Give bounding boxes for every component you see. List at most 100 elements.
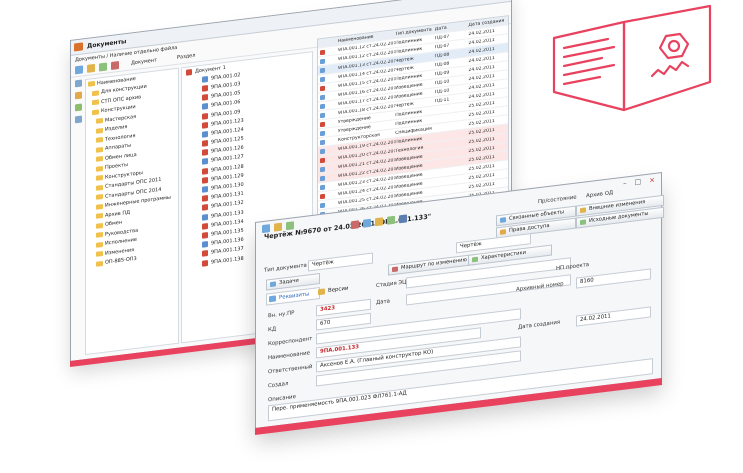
list-icon (472, 256, 478, 263)
versions-icon (318, 288, 325, 296)
tree-item-label: Обмен (105, 219, 123, 228)
section-label: Раздел (176, 52, 196, 61)
document-icon (202, 232, 208, 239)
table-cell (435, 169, 469, 173)
table-cell (435, 178, 469, 182)
folder-icon (92, 109, 99, 116)
folder-icon (96, 251, 103, 258)
doc-type-icon (320, 202, 325, 208)
document-icon (202, 167, 208, 175)
doc-type-icon (320, 49, 325, 55)
folder-icon (96, 184, 103, 191)
document-illustration-icon (552, 4, 712, 112)
table-cell (435, 160, 469, 164)
folder-icon (96, 156, 103, 163)
folder-icon[interactable] (87, 63, 95, 73)
doc-type-icon (320, 94, 325, 100)
window-title: Документы (87, 38, 127, 50)
doc-label: Документ (131, 57, 157, 67)
change-icon (580, 207, 586, 214)
row-icons (318, 138, 338, 145)
search-icon[interactable] (387, 215, 395, 225)
row-icons (318, 84, 338, 91)
doc-type-label: Тип документа (264, 262, 307, 274)
minimize-icon[interactable]: – (623, 179, 627, 187)
folder-icon (88, 81, 95, 88)
tab-requisites[interactable]: Реквизиты (266, 287, 320, 306)
help-icon[interactable] (399, 214, 407, 224)
vn-label: Вн. ну.ПР (268, 310, 295, 320)
edit-icon[interactable] (375, 217, 383, 227)
doc-type-icon (320, 112, 325, 118)
document-icon (202, 204, 208, 212)
document-icon (202, 222, 208, 230)
copy-icon[interactable] (363, 218, 371, 228)
doc-type-icon (320, 130, 325, 136)
row-icons (318, 156, 338, 163)
document-icon (202, 85, 208, 92)
table-cell (435, 142, 469, 146)
responsible-label: Ответственный (268, 363, 313, 376)
folder-icon (96, 213, 103, 220)
close-icon[interactable]: × (649, 176, 655, 185)
name-label: Наименование (268, 350, 310, 362)
document-icon (202, 250, 208, 258)
users-icon[interactable] (74, 115, 82, 124)
new-icon[interactable] (75, 65, 83, 75)
created-field[interactable]: 24.02.2011 (576, 306, 651, 327)
folder-icon (96, 137, 103, 144)
row-icons (318, 147, 338, 154)
folder-icon (92, 90, 99, 97)
doc-type-icon (320, 85, 325, 91)
tasks-icon[interactable] (74, 103, 82, 112)
tasks-icon (270, 281, 276, 288)
document-icon (202, 94, 208, 101)
folder-icon (96, 241, 103, 248)
doc-type-icon (320, 103, 325, 109)
maximize-icon[interactable]: □ (635, 178, 642, 187)
document-icon (202, 130, 208, 138)
tab-versions[interactable]: Версии (316, 281, 368, 297)
documents-icon[interactable] (74, 79, 82, 88)
created-label: Дата создания (518, 319, 561, 331)
delete-icon[interactable] (351, 220, 359, 230)
date-label: Дата (376, 298, 390, 307)
document-icon (202, 149, 208, 157)
folder-icon (96, 127, 103, 134)
document-icon (202, 112, 208, 120)
delete-icon[interactable] (111, 60, 119, 70)
folder-icon (96, 175, 103, 182)
row-icons (318, 120, 338, 127)
doc-type-icon (320, 76, 325, 82)
app-logo-icon (74, 42, 83, 52)
table-cell (435, 151, 469, 155)
folder-icon (96, 118, 103, 125)
document-icon (186, 68, 192, 76)
document-icon (202, 158, 208, 166)
folder-icon (96, 232, 103, 239)
row-icons (318, 75, 338, 82)
document-icon (202, 103, 208, 111)
row-icons (318, 192, 338, 199)
link-icon (500, 217, 506, 223)
requisites-icon (269, 295, 276, 303)
document-icon (202, 186, 208, 193)
folder-icon (92, 99, 99, 106)
table-cell (435, 106, 469, 110)
row-icons (318, 183, 338, 190)
document-icon (202, 176, 208, 184)
table-cell (435, 133, 469, 137)
doc-type-icon (320, 166, 325, 172)
doc-type-icon (320, 67, 325, 73)
folder-icon (96, 260, 103, 267)
docs-icon (580, 219, 586, 226)
refresh-icon[interactable] (99, 62, 107, 72)
doc-type-field[interactable]: Чертёж (308, 252, 373, 272)
document-icon (202, 140, 208, 147)
document-icon (202, 195, 208, 203)
archive-icon[interactable] (74, 91, 82, 100)
document-icon (202, 259, 208, 267)
doc-type-icon (320, 139, 325, 145)
document-icon (202, 213, 208, 221)
archive-field[interactable]: 8160 (576, 268, 651, 289)
